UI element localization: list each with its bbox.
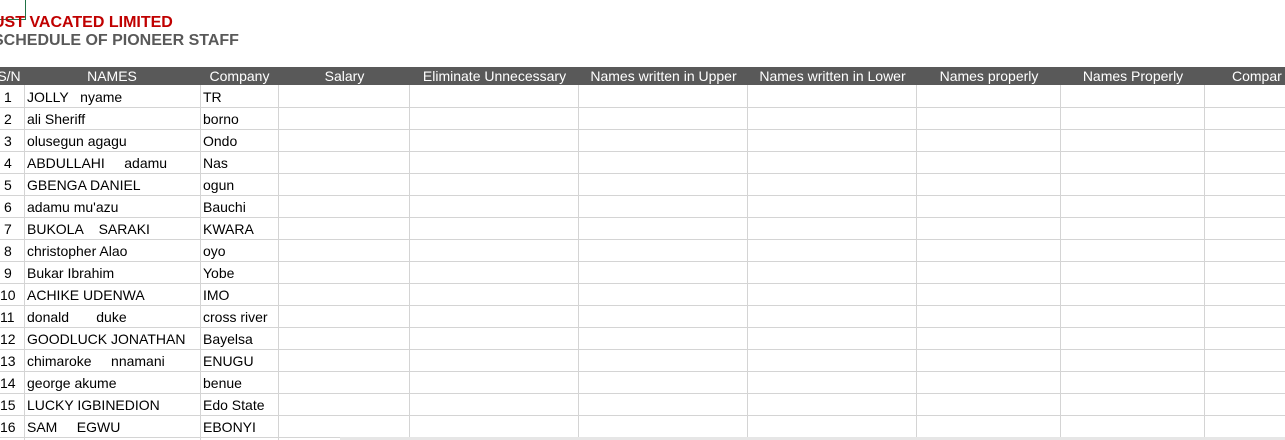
table-row: 3 olusegun agagu Ondo	[0, 129, 1285, 151]
header-sn[interactable]: S/N	[0, 67, 24, 85]
cell-sn[interactable]: 9	[4, 261, 28, 283]
table-row: 11 donald duke cross river	[0, 305, 1285, 327]
table-row: 12 GOODLUCK JONATHAN Bayelsa	[0, 327, 1285, 349]
cell-name[interactable]: chimaroke nnamani	[27, 349, 199, 371]
cell-company[interactable]: Ondo	[203, 129, 278, 151]
column-header-row: S/N NAMES Company Salary Eliminate Unnecessa…	[0, 67, 1285, 85]
cell-company[interactable]: oyo	[203, 239, 278, 261]
cell-company[interactable]: Bauchi	[203, 195, 278, 217]
cell-sn[interactable]: 8	[4, 239, 28, 261]
cell-company[interactable]: ogun	[203, 173, 278, 195]
cell-company[interactable]: EBONYI	[203, 415, 278, 437]
cell-sn[interactable]: 2	[4, 107, 28, 129]
table-row: 15 LUCKY IGBINEDION Edo State	[0, 393, 1285, 415]
header-company[interactable]: Company	[200, 67, 279, 85]
header-company-2[interactable]: Compar	[1205, 67, 1285, 85]
cell-name[interactable]: adamu mu'azu	[27, 195, 199, 217]
cell-sn[interactable]: 6	[4, 195, 28, 217]
cell-name[interactable]: donald duke	[27, 305, 199, 327]
cell-name[interactable]: ali Sheriff	[27, 107, 199, 129]
table-row: 1 JOLLY nyame TR	[0, 85, 1285, 107]
cell-sn[interactable]: 7	[4, 217, 28, 239]
sheet-title: UST VACATED LIMITED	[0, 14, 173, 31]
cell-name[interactable]: Bukar Ibrahim	[27, 261, 199, 283]
cell-name[interactable]: SAM EGWU	[27, 415, 199, 437]
cell-name[interactable]: olusegun agagu	[27, 129, 199, 151]
cell-company[interactable]: IMO	[203, 283, 278, 305]
cell-sn[interactable]: 14	[0, 371, 24, 393]
cell-sn[interactable]: 3	[4, 129, 28, 151]
table-row: 6 adamu mu'azu Bauchi	[0, 195, 1285, 217]
cell-name[interactable]: JOLLY nyame	[27, 85, 199, 107]
cell-sn[interactable]: 10	[0, 283, 24, 305]
cell-name[interactable]: christopher Alao	[27, 239, 199, 261]
table-row: 8 christopher Alao oyo	[0, 239, 1285, 261]
table-row: 16 SAM EGWU EBONYI	[0, 415, 1285, 437]
cell-company[interactable]: Edo State	[203, 393, 278, 415]
header-names-upper[interactable]: Names written in Upper	[579, 67, 748, 85]
cell-sn[interactable]: 4	[4, 151, 28, 173]
cell-company[interactable]: borno	[203, 107, 278, 129]
cell-sn[interactable]: 16	[0, 415, 24, 437]
cell-name[interactable]: ABDULLAHI adamu	[27, 151, 199, 173]
table-row: 14 george akume benue	[0, 371, 1285, 393]
sheet-subtitle: SCHEDULE OF PIONEER STAFF	[0, 32, 239, 49]
cell-company[interactable]: TR	[203, 85, 278, 107]
cell-name[interactable]: george akume	[27, 371, 199, 393]
cell-sn[interactable]: 15	[0, 393, 24, 415]
cell-company[interactable]: benue	[203, 371, 278, 393]
cell-sn[interactable]: 13	[0, 349, 24, 371]
cell-sn[interactable]: 12	[0, 327, 24, 349]
cell-sn[interactable]: 11	[0, 305, 24, 327]
table-row: 7 BUKOLA SARAKI KWARA	[0, 217, 1285, 239]
cell-sn[interactable]: 5	[4, 173, 28, 195]
table-row: 5 GBENGA DANIEL ogun	[0, 173, 1285, 195]
header-eliminate-unnecessary[interactable]: Eliminate Unnecessary	[410, 67, 579, 85]
table-row: 2 ali Sheriff borno	[0, 107, 1285, 129]
cell-name[interactable]: LUCKY IGBINEDION	[27, 393, 199, 415]
header-names-lower[interactable]: Names written in Lower	[748, 67, 917, 85]
header-names[interactable]: NAMES	[24, 67, 200, 85]
table-row: 13 chimaroke nnamani ENUGU	[0, 349, 1285, 371]
cell-company[interactable]: cross river	[203, 305, 278, 327]
cell-name[interactable]: GBENGA DANIEL	[27, 173, 199, 195]
table-row: 4 ABDULLAHI adamu Nas	[0, 151, 1285, 173]
cell-company[interactable]: Bayelsa	[203, 327, 278, 349]
header-names-properly[interactable]: Names properly	[917, 67, 1061, 85]
header-names-properly-2[interactable]: Names Properly	[1061, 67, 1205, 85]
cell-name[interactable]: ACHIKE UDENWA	[27, 283, 199, 305]
table-row: 9 Bukar Ibrahim Yobe	[0, 261, 1285, 283]
cell-name[interactable]: GOODLUCK JONATHAN	[27, 327, 199, 349]
cell-sn[interactable]: 1	[4, 85, 28, 107]
cell-company[interactable]: KWARA	[203, 217, 278, 239]
cell-company[interactable]: Yobe	[203, 261, 278, 283]
cell-company[interactable]: ENUGU	[203, 349, 278, 371]
header-salary[interactable]: Salary	[279, 67, 410, 85]
table-row: 10 ACHIKE UDENWA IMO	[0, 283, 1285, 305]
cell-name[interactable]: BUKOLA SARAKI	[27, 217, 199, 239]
cell-company[interactable]: Nas	[203, 151, 278, 173]
